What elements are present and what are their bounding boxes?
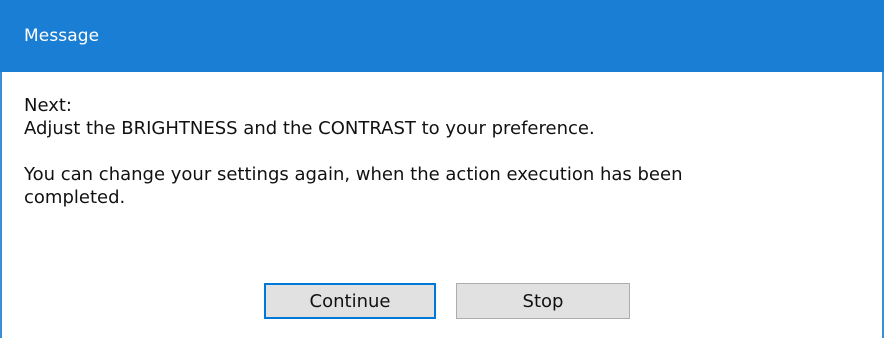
message-line-info-2: completed. [24,187,126,208]
message-line-info-1: You can change your settings again, when… [24,164,683,185]
stop-button[interactable]: Stop [456,283,630,319]
message-body: Next: Adjust the BRIGHTNESS and the CONT… [24,94,854,209]
continue-button[interactable]: Continue [264,283,436,319]
message-dialog: Message Next: Adjust the BRIGHTNESS and … [0,0,884,338]
window-title: Message [24,26,100,46]
message-line-instruction: Adjust the BRIGHTNESS and the CONTRAST t… [24,118,595,139]
title-bar[interactable]: Message [0,0,884,72]
message-line-next: Next: [24,95,72,116]
button-row: Continue Stop [2,283,882,321]
